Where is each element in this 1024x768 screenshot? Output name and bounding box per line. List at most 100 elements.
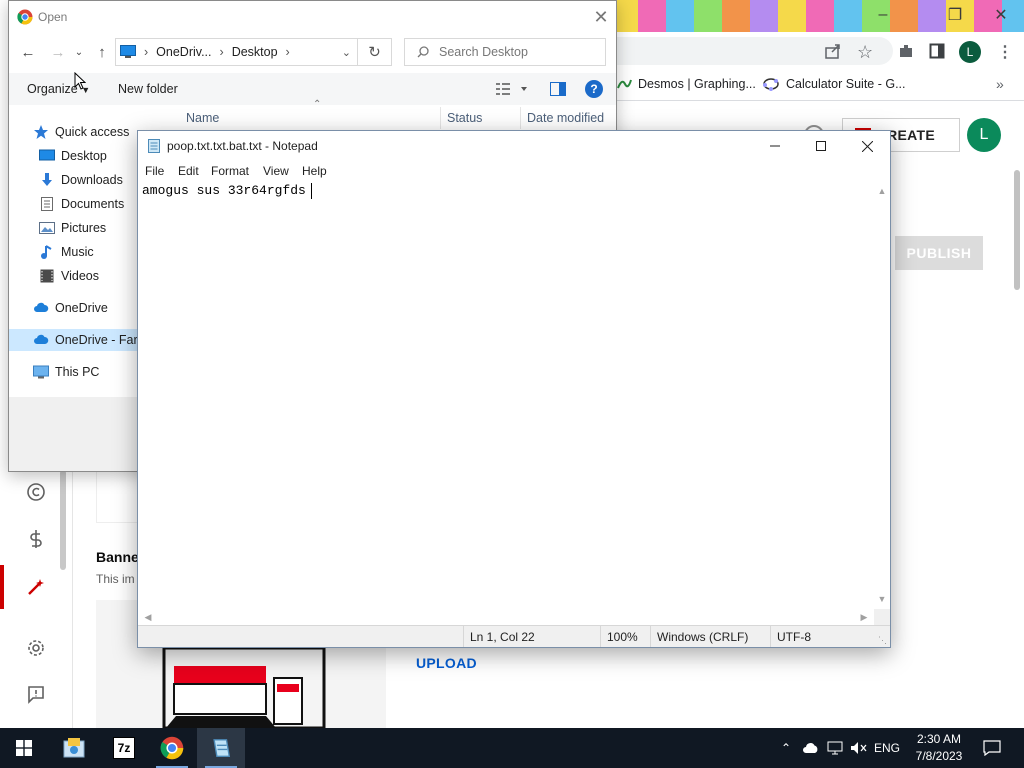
nav-label: OneDrive (55, 301, 108, 315)
dialog-footer (9, 397, 137, 471)
start-button[interactable] (0, 728, 48, 768)
earn-icon[interactable] (24, 527, 48, 551)
nav-item-desktop[interactable]: Desktop (39, 145, 107, 167)
banner-image-title: Banne (96, 549, 139, 565)
chevron-right-icon: › (144, 45, 149, 59)
status-line-ending: Windows (CRLF) (657, 630, 749, 644)
close-icon[interactable] (844, 131, 890, 161)
notifications-icon[interactable] (980, 728, 1004, 768)
bookmark-calculator-suite[interactable]: Calculator Suite - G... (762, 76, 906, 92)
nav-item-documents[interactable]: Documents (39, 193, 124, 215)
customization-icon[interactable] (24, 575, 48, 599)
share-icon[interactable] (824, 42, 842, 60)
close-icon[interactable]: ✕ (589, 5, 613, 29)
download-icon (39, 172, 55, 188)
profile-avatar[interactable]: L (959, 41, 981, 63)
breadcrumb-onedrive[interactable]: OneDriv... (156, 45, 211, 59)
resize-grip-icon[interactable]: ⋱ (878, 635, 887, 646)
notepad-titlebar[interactable]: poop.txt.txt.bat.txt - Notepad (138, 131, 890, 161)
menu-file[interactable]: File (145, 164, 164, 178)
menu-format[interactable]: Format (211, 164, 249, 178)
nav-item-pictures[interactable]: Pictures (39, 217, 106, 239)
back-icon[interactable]: ← (17, 41, 39, 63)
breadcrumb-desktop[interactable]: Desktop (232, 45, 278, 59)
onedrive-tray-icon[interactable] (800, 728, 822, 768)
bookmark-desmos[interactable]: Desmos | Graphing... (616, 76, 756, 92)
taskbar-file-explorer[interactable] (50, 728, 98, 768)
search-input[interactable]: Search Desktop (404, 38, 606, 66)
upload-link[interactable]: UPLOAD (416, 655, 477, 671)
chevron-right-icon: › (219, 45, 224, 59)
volume-muted-icon[interactable] (848, 728, 870, 768)
nav-item-music[interactable]: Music (39, 241, 94, 263)
taskbar-chrome[interactable] (148, 728, 196, 768)
maximize-icon[interactable] (798, 131, 844, 161)
preview-pane-icon[interactable] (550, 82, 566, 96)
bookmark-label: Desmos | Graphing... (638, 77, 756, 91)
scroll-left-icon[interactable]: ◀ (140, 609, 156, 625)
start-icon (16, 740, 32, 756)
show-hidden-icons-icon[interactable]: ⌃ (776, 728, 796, 768)
menu-view[interactable]: View (263, 164, 289, 178)
help-icon[interactable]: ? (585, 80, 603, 98)
side-panel-icon[interactable] (929, 43, 945, 59)
menu-help[interactable]: Help (302, 164, 327, 178)
language-indicator[interactable]: ENG (872, 728, 902, 768)
chrome-menu-icon[interactable]: ⋮ (997, 42, 1013, 62)
tab-strip[interactable]: – ❐ ✕ (610, 0, 1024, 32)
column-date-modified[interactable]: Date modified (527, 111, 604, 125)
system-clock[interactable]: 2:30 AM 7/8/2023 (900, 731, 978, 765)
status-zoom: 100% (607, 630, 638, 644)
bookmarks-bar: Desmos | Graphing... Calculator Suite - … (610, 70, 1024, 101)
recent-locations-icon[interactable]: ⌄ (71, 41, 87, 63)
extensions-icon[interactable] (897, 42, 915, 60)
scroll-right-icon[interactable]: ▶ (856, 609, 872, 625)
up-folder-icon[interactable]: ↑ (91, 41, 113, 63)
taskbar: 7z ⌃ ENG 2:30 AM 7/8/2023 (0, 728, 1024, 768)
organize-label: Organize (27, 82, 78, 96)
close-icon[interactable]: ✕ (978, 0, 1024, 30)
taskbar-notepad[interactable] (197, 728, 245, 768)
view-options-icon[interactable] (495, 81, 529, 97)
taskbar-7zip[interactable]: 7z (100, 728, 148, 768)
publish-button[interactable]: PUBLISH (895, 236, 983, 270)
nav-item-videos[interactable]: Videos (39, 265, 99, 287)
minimize-icon[interactable]: – (860, 0, 906, 30)
forward-icon[interactable]: → (47, 41, 69, 63)
refresh-icon[interactable]: ↻ (358, 38, 392, 66)
dialog-titlebar[interactable]: Open ✕ (9, 1, 616, 33)
nav-label: Documents (61, 197, 125, 211)
video-icon (39, 268, 55, 284)
restore-icon[interactable]: ❐ (932, 0, 978, 30)
nav-item-downloads[interactable]: Downloads (39, 169, 123, 191)
scrollbar-thumb[interactable] (1014, 170, 1020, 290)
minimize-icon[interactable] (752, 131, 798, 161)
nav-item-onedrive[interactable]: OneDrive (33, 297, 108, 319)
feedback-icon[interactable] (24, 682, 48, 706)
chevron-down-icon[interactable]: ⌄ (342, 46, 351, 59)
column-status[interactable]: Status (447, 111, 482, 125)
nav-item-onedrive-farn[interactable]: OneDrive - Farn (9, 329, 145, 351)
network-icon[interactable] (824, 728, 846, 768)
nav-item-this-pc[interactable]: This PC (33, 361, 99, 383)
bookmark-star-icon[interactable]: ☆ (857, 42, 873, 63)
vertical-scrollbar[interactable]: ▲ ▼ (874, 181, 890, 609)
new-folder-button[interactable]: New folder (118, 82, 178, 96)
settings-gear-icon[interactable] (24, 636, 48, 660)
scroll-down-icon[interactable]: ▼ (874, 591, 890, 607)
nav-label: Quick access (55, 125, 130, 139)
scroll-up-icon[interactable]: ▲ (874, 183, 890, 199)
sidebar-scrollbar[interactable] (60, 470, 66, 570)
column-name[interactable]: Name (186, 111, 219, 125)
address-bar[interactable] (610, 37, 893, 65)
account-avatar[interactable]: L (967, 118, 1001, 152)
nav-item-quick-access[interactable]: Quick access (33, 121, 135, 143)
address-breadcrumb[interactable]: › OneDriv... › Desktop › ⌄ (115, 38, 358, 66)
horizontal-scrollbar[interactable]: ◀ ▶ (138, 609, 874, 625)
bookmarks-overflow-icon[interactable]: » (996, 76, 1004, 92)
chrome-icon (17, 9, 33, 25)
notepad-text-area[interactable]: amogus sus 33r64rgfds (138, 181, 874, 609)
page-scrollbar[interactable] (1012, 170, 1022, 726)
menu-edit[interactable]: Edit (178, 164, 199, 178)
copyright-icon[interactable] (24, 480, 48, 504)
